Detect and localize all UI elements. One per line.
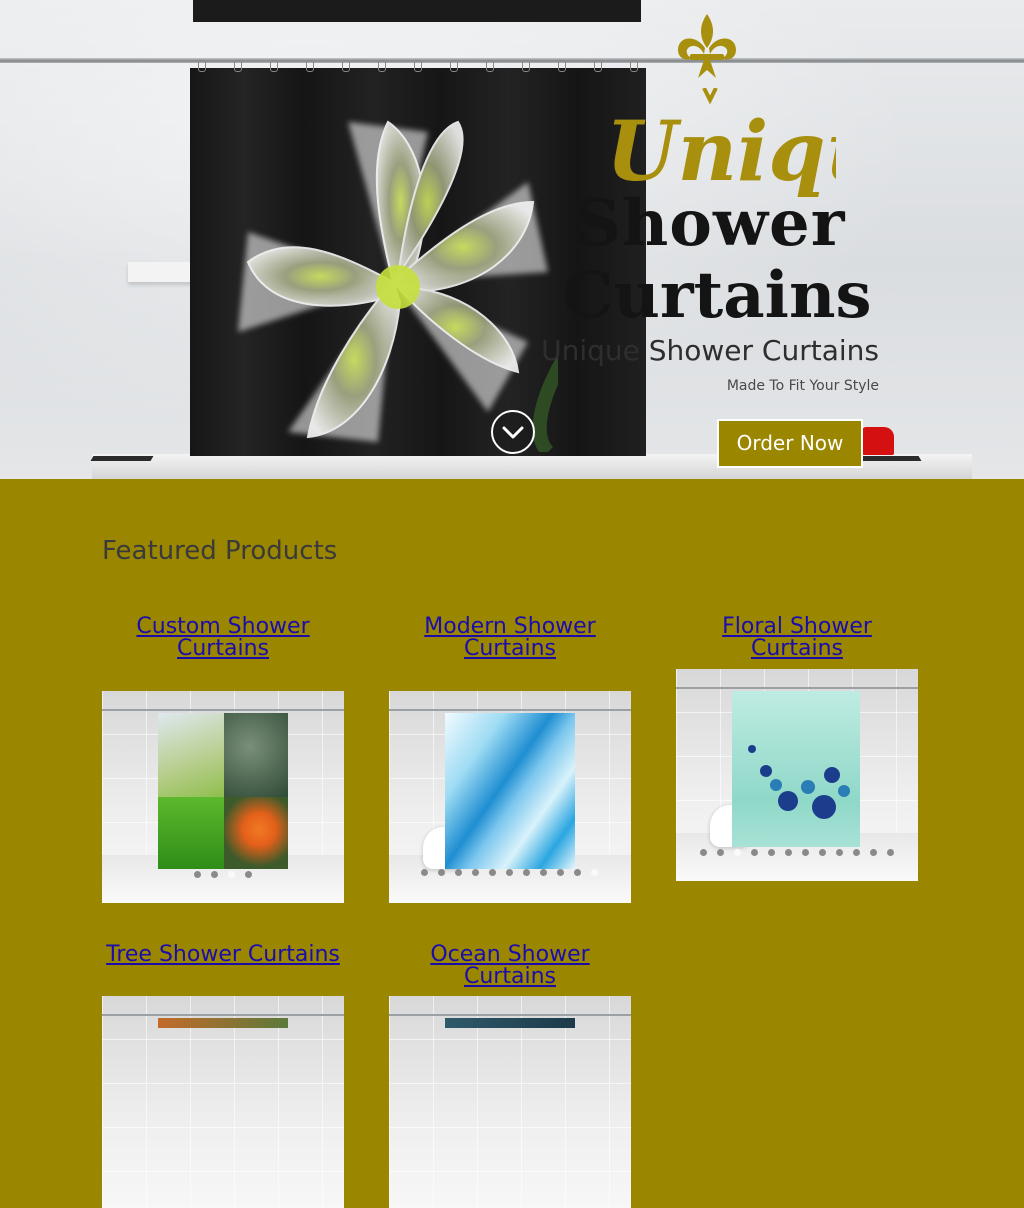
order-now-button[interactable]: Order Now — [717, 419, 863, 468]
product-link-floral[interactable]: Floral Shower Curtains — [676, 616, 918, 660]
curtain-top-strip — [193, 0, 641, 22]
carousel-dot[interactable] — [523, 869, 530, 876]
curtain-ring — [414, 60, 422, 72]
carousel-dots — [194, 871, 252, 878]
carousel-dot[interactable] — [700, 849, 707, 856]
carousel-dot[interactable] — [836, 849, 843, 856]
product-link-tree[interactable]: Tree Shower Curtains — [102, 944, 344, 966]
carousel-dot[interactable] — [540, 869, 547, 876]
curtain-ring — [378, 60, 386, 72]
curtain-blue-waves — [445, 713, 575, 869]
carousel-dot[interactable] — [194, 871, 201, 878]
curtain-ring — [522, 60, 530, 72]
carousel-dot[interactable] — [574, 869, 581, 876]
curtain-ring — [630, 60, 638, 72]
carousel-dot[interactable] — [557, 869, 564, 876]
fleur-de-lis-logo-icon — [678, 14, 736, 78]
carousel-dot[interactable] — [785, 849, 792, 856]
product-image-custom[interactable] — [102, 691, 344, 903]
curtain-quad-dandelion — [158, 713, 224, 797]
carousel-dot[interactable] — [853, 849, 860, 856]
curtain-ring — [594, 60, 602, 72]
scroll-down-button[interactable] — [491, 410, 535, 454]
chevron-down-icon — [502, 426, 524, 439]
curtain-ring — [342, 60, 350, 72]
carousel-dot[interactable] — [734, 849, 741, 856]
carousel-dots — [421, 869, 598, 876]
flower-pattern-icon — [748, 745, 850, 819]
carousel-dot[interactable] — [802, 849, 809, 856]
lily-flower-image — [238, 120, 558, 452]
product-link-custom[interactable]: Custom Shower Curtains — [102, 616, 344, 660]
wall-shelf — [128, 262, 198, 282]
carousel-dot[interactable] — [768, 849, 775, 856]
carousel-dot[interactable] — [438, 869, 445, 876]
product-image-tree[interactable] — [102, 996, 344, 1208]
carousel-dot[interactable] — [228, 871, 235, 878]
curtain-quad-waterdrops — [224, 713, 288, 797]
carousel-dot[interactable] — [472, 869, 479, 876]
curtain-ring — [486, 60, 494, 72]
curtain-ring — [450, 60, 458, 72]
curtain-ring — [198, 60, 206, 72]
curtain-rod — [0, 58, 1024, 63]
product-link-modern[interactable]: Modern Shower Curtains — [389, 616, 631, 660]
carousel-dot[interactable] — [751, 849, 758, 856]
curtain-ring — [270, 60, 278, 72]
bathtub-edge-right — [858, 456, 922, 461]
red-bottle-decor — [862, 427, 894, 455]
carousel-dot[interactable] — [421, 869, 428, 876]
hero-banner: Unique Shower Curtains Unique Shower Cur… — [0, 0, 1024, 479]
curtain-ring — [558, 60, 566, 72]
carousel-dot[interactable] — [245, 871, 252, 878]
product-image-floral[interactable] — [676, 669, 918, 881]
product-image-modern[interactable] — [389, 691, 631, 903]
carousel-dot[interactable] — [819, 849, 826, 856]
curtain-teal-flowers — [732, 691, 860, 847]
hero-title: Unique Shower Curtains — [541, 334, 879, 367]
product-link-ocean[interactable]: Ocean Shower Curtains — [389, 944, 631, 988]
curtain-quad-lily — [224, 797, 288, 869]
carousel-dot[interactable] — [717, 849, 724, 856]
carousel-dot[interactable] — [591, 869, 598, 876]
carousel-dot[interactable] — [455, 869, 462, 876]
carousel-dots — [700, 849, 894, 856]
bathtub-edge-left — [90, 456, 154, 461]
carousel-dot[interactable] — [489, 869, 496, 876]
carousel-dot[interactable] — [870, 849, 877, 856]
featured-products-heading: Featured Products — [102, 536, 338, 566]
hero-subtitle: Made To Fit Your Style — [726, 378, 879, 394]
carousel-dot[interactable] — [887, 849, 894, 856]
curtain-ring — [306, 60, 314, 72]
curtain-quad-grass — [158, 797, 224, 869]
carousel-dot[interactable] — [506, 869, 513, 876]
carousel-dot[interactable] — [211, 871, 218, 878]
brand-curtains-text: Curtains — [562, 258, 872, 333]
brand-shower-text: Shower — [574, 186, 846, 261]
product-image-ocean[interactable] — [389, 996, 631, 1208]
curtain-ring — [234, 60, 242, 72]
